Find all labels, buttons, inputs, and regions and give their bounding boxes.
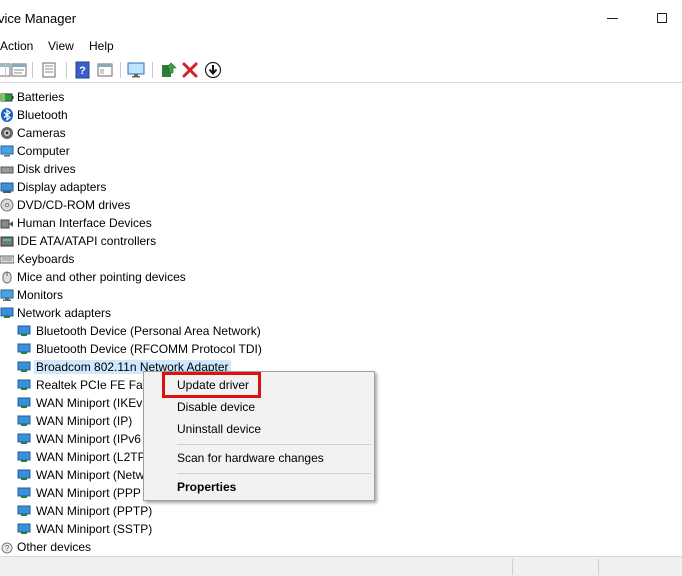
- tree-item-label: WAN Miniport (IP): [36, 414, 133, 428]
- tree-item-label: WAN Miniport (SSTP): [36, 522, 153, 536]
- computer-icon: [0, 145, 14, 157]
- tree-item-label: Other devices: [17, 540, 92, 554]
- tree-item-label: WAN Miniport (PPP: [36, 486, 141, 500]
- svg-text:?: ?: [79, 65, 86, 77]
- tree-item-label: Cameras: [17, 126, 66, 140]
- toolbar: ?: [0, 57, 682, 83]
- tree-view-icon[interactable]: [40, 61, 58, 79]
- tree-item-label: WAN Miniport (Netw: [36, 468, 145, 482]
- monitor-icon: [0, 289, 14, 301]
- tree-item-label: Keyboards: [17, 252, 75, 266]
- network-adapter-icon: [17, 505, 31, 516]
- menu-help[interactable]: Help: [89, 39, 114, 53]
- menu-item-uninstall-device[interactable]: Uninstall device: [144, 418, 374, 440]
- tree-item-label: WAN Miniport (L2TP: [36, 450, 146, 464]
- status-divider: [598, 559, 599, 575]
- menu-item-label: Scan for hardware changes: [177, 451, 324, 465]
- mouse-icon: [2, 271, 12, 284]
- download-icon[interactable]: [204, 61, 222, 79]
- tree-item-label: Human Interface Devices: [17, 216, 152, 230]
- title-bar: vice Manager: [0, 0, 682, 36]
- svg-text:?: ?: [5, 544, 10, 553]
- other-devices-icon: ?: [1, 542, 13, 554]
- network-adapter-icon: [17, 361, 31, 372]
- menu-item-label: Properties: [177, 480, 237, 494]
- toolbar-separator: [5, 62, 6, 78]
- monitor-icon[interactable]: [127, 61, 145, 79]
- network-adapter-icon: [17, 325, 31, 336]
- dvd-icon: [0, 198, 14, 212]
- display-adapter-icon: [0, 182, 14, 193]
- tree-item-label: Display adapters: [17, 180, 107, 194]
- maximize-icon: [657, 13, 667, 23]
- toolbar-separator: [32, 62, 33, 78]
- uninstall-icon[interactable]: [181, 61, 199, 79]
- keyboard-icon: [0, 255, 14, 264]
- tree-item-label: DVD/CD-ROM drives: [17, 198, 131, 212]
- tree-item-label: WAN Miniport (PPTP): [36, 504, 153, 518]
- battery-icon: [0, 93, 14, 102]
- toolbar-separator: [66, 62, 67, 78]
- network-adapter-icon: [17, 397, 31, 408]
- window-title: vice Manager: [0, 11, 77, 26]
- network-adapter-icon: [17, 343, 31, 354]
- tree-item-label: Bluetooth: [17, 108, 68, 122]
- tree-view-alt-icon[interactable]: [96, 61, 114, 79]
- minimize-button[interactable]: [598, 6, 626, 30]
- bluetooth-icon: [1, 108, 13, 122]
- toolbar-separator: [120, 62, 121, 78]
- properties-icon[interactable]: [10, 61, 28, 79]
- tree-item-label: Bluetooth Device (Personal Area Network): [36, 324, 261, 338]
- maximize-button[interactable]: [648, 6, 676, 30]
- tree-item-label: Disk drives: [17, 162, 76, 176]
- network-adapter-icon: [17, 433, 31, 444]
- tree-item-label: Network adapters: [17, 306, 112, 320]
- menu-separator: [177, 444, 371, 445]
- menu-item-disable-device[interactable]: Disable device: [144, 396, 374, 418]
- tree-item-label: IDE ATA/ATAPI controllers: [17, 234, 157, 248]
- menu-item-scan-hardware[interactable]: Scan for hardware changes: [144, 447, 374, 469]
- status-bar: [0, 556, 682, 576]
- menu-item-label: Disable device: [177, 400, 256, 414]
- network-adapter-icon: [17, 523, 31, 534]
- network-adapter-icon: [17, 415, 31, 426]
- tree-item-label: Computer: [17, 144, 70, 158]
- tree-item-label: Monitors: [17, 288, 64, 302]
- network-adapter-icon: [17, 487, 31, 498]
- context-menu: Update driver Disable device Uninstall d…: [143, 371, 375, 501]
- menu-item-properties[interactable]: Properties: [144, 476, 374, 498]
- menu-item-label: Uninstall device: [177, 422, 262, 436]
- network-adapter-icon: [17, 469, 31, 480]
- menu-item-update-driver[interactable]: Update driver: [144, 374, 374, 396]
- tree-item-label: Realtek PCIe FE Fam: [36, 378, 153, 392]
- hid-icon: [0, 219, 13, 229]
- toolbar-separator: [152, 62, 153, 78]
- camera-icon: [1, 127, 13, 139]
- menu-view[interactable]: View: [48, 39, 74, 53]
- tree-item-label: Batteries: [17, 90, 65, 104]
- menu-item-label: Update driver: [177, 378, 250, 392]
- ide-controller-icon: [0, 236, 14, 247]
- menu-bar: Action View Help: [0, 36, 682, 56]
- network-adapter-icon: [17, 451, 31, 462]
- update-driver-icon[interactable]: [159, 61, 177, 79]
- help-icon[interactable]: ?: [74, 61, 92, 79]
- tree-item-label: WAN Miniport (IKEv: [36, 396, 143, 410]
- tree-item-label: Bluetooth Device (RFCOMM Protocol TDI): [36, 342, 262, 356]
- tree-item-label: WAN Miniport (IPv6: [36, 432, 141, 446]
- menu-separator: [177, 473, 371, 474]
- minimize-icon: [606, 17, 618, 19]
- status-divider: [512, 559, 513, 575]
- tree-item-label: Mice and other pointing devices: [17, 270, 186, 284]
- network-adapter-icon: [17, 379, 31, 390]
- menu-action[interactable]: Action: [0, 39, 33, 53]
- network-adapter-icon: [0, 307, 14, 318]
- disk-drive-icon: [0, 166, 14, 174]
